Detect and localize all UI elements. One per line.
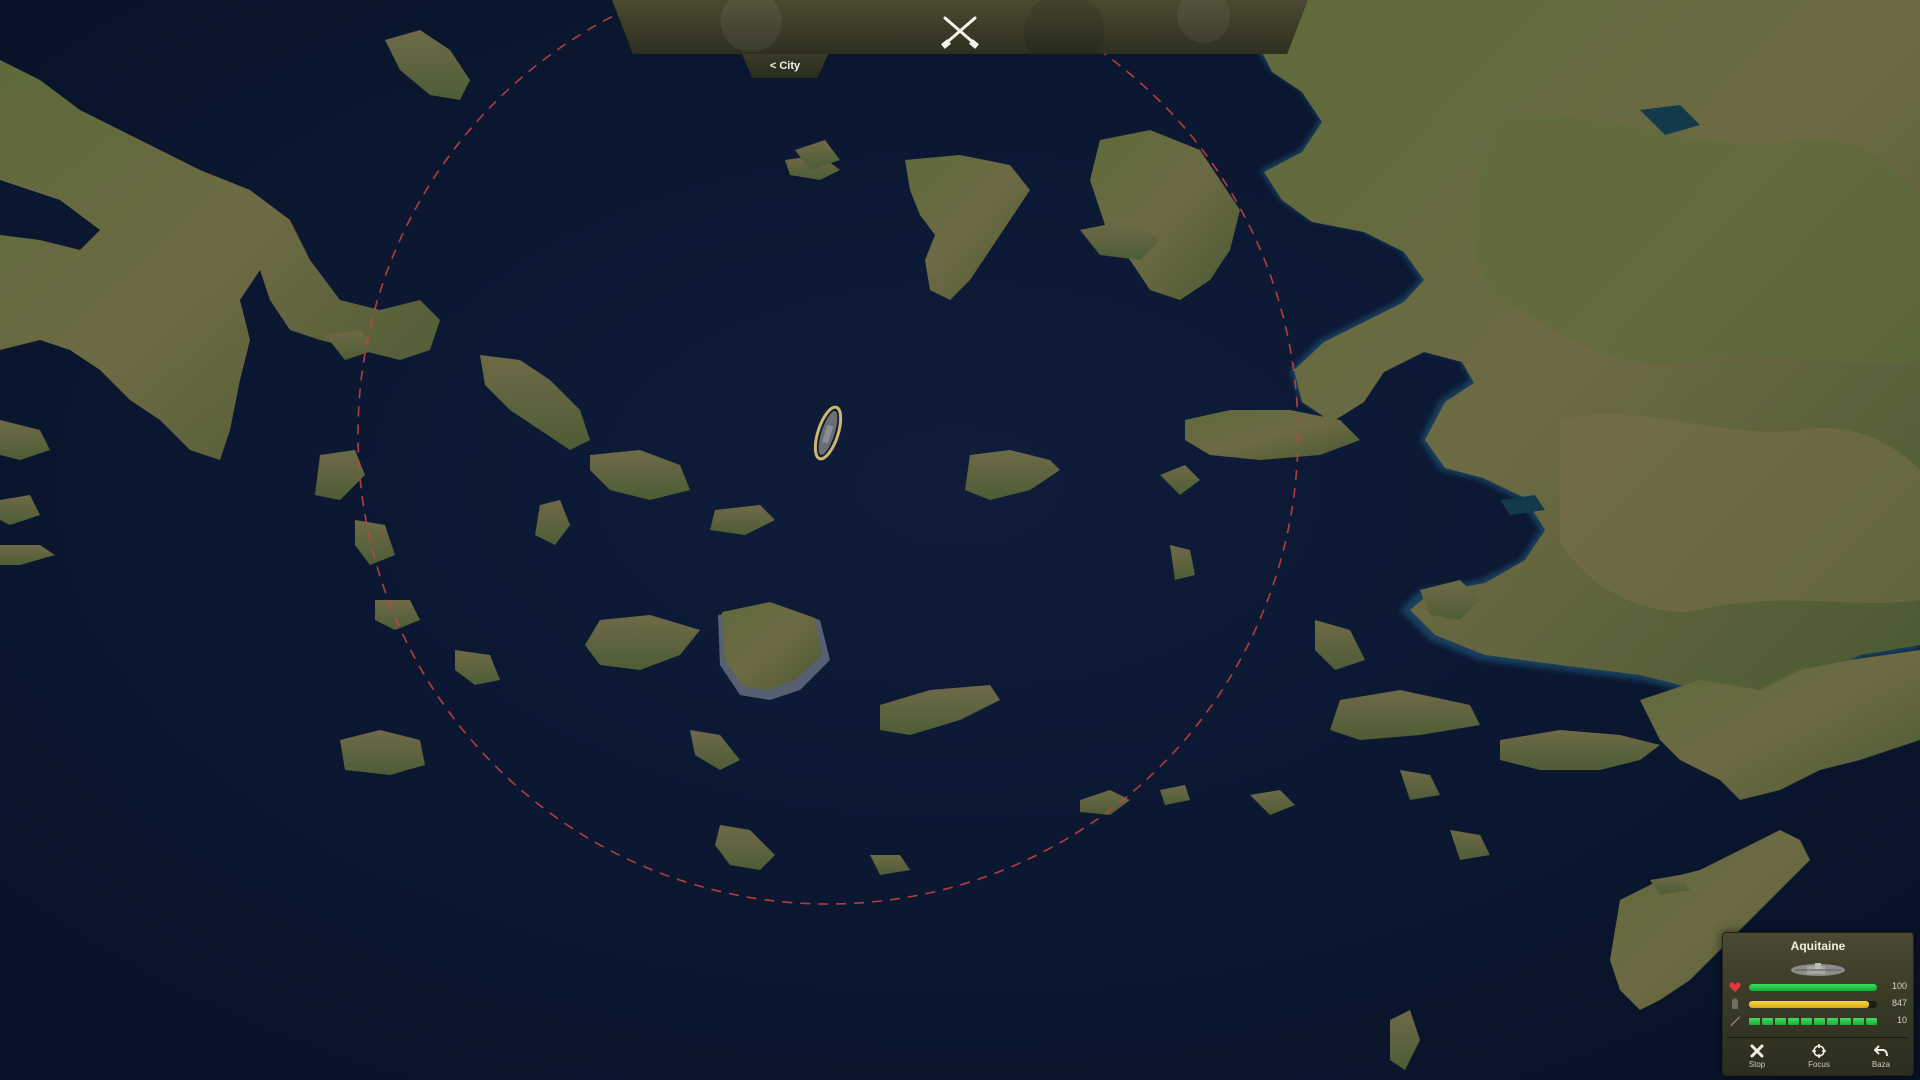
missile-value: 10 [1896,1015,1907,1025]
health-row: 100 [1729,981,1907,995]
stop-button[interactable]: Stop [1727,1041,1787,1073]
health-bar [1749,984,1877,991]
unit-name: Aquitaine [1790,939,1846,953]
city-tab-button[interactable]: < City [742,54,828,78]
fuel-row: 847 [1729,998,1907,1012]
crossed-rifles-icon[interactable] [939,14,981,50]
return-arrow-icon [1874,1045,1888,1057]
missile-bar [1749,1018,1877,1025]
fuel-icon [1732,998,1738,1009]
crosshair-icon [1812,1044,1826,1058]
fuel-bar [1749,1001,1877,1008]
heart-icon [1729,982,1741,992]
baza-label: Baza [1871,1060,1891,1069]
city-tab-label: < City [769,60,801,72]
frigate-ship-icon [1791,963,1845,976]
stop-label: Stop [1748,1060,1766,1069]
missile-row: 10 [1729,1015,1907,1029]
focus-button[interactable]: Focus [1789,1041,1849,1073]
close-icon [1750,1044,1764,1058]
missile-icon [1730,1016,1740,1026]
focus-label: Focus [1808,1060,1830,1069]
sea-map[interactable] [0,0,1920,1080]
health-value: 100 [1891,981,1907,991]
panel-divider [1727,1037,1909,1038]
fuel-value: 847 [1891,998,1907,1008]
unit-info-panel: Aquitaine 100 847 10 Stop Focus Baza [1722,932,1914,1076]
baza-button[interactable]: Baza [1851,1041,1911,1073]
